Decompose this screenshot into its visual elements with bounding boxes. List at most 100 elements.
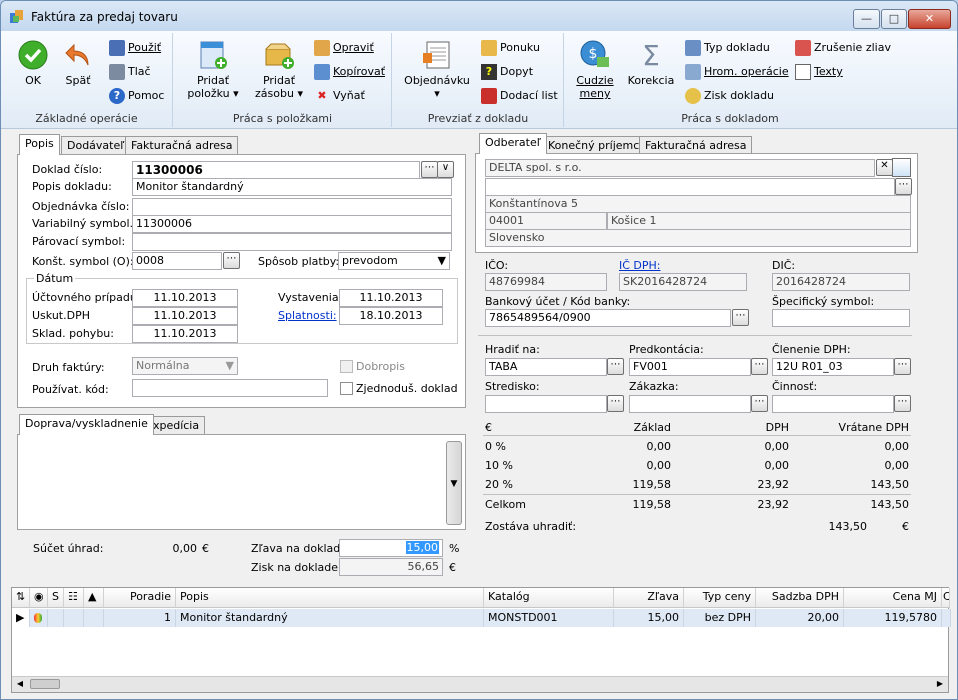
customer-line2-field[interactable] — [485, 178, 895, 196]
icdph-link[interactable]: IČ DPH: — [619, 259, 661, 272]
col-catalog[interactable]: Katalóg — [484, 588, 614, 608]
job-field[interactable] — [629, 395, 751, 413]
customer-card-icon[interactable] — [892, 158, 911, 177]
issue-date-field[interactable]: 11.10.2013 — [339, 289, 443, 307]
due-date-link[interactable]: Splatnosti: — [278, 309, 337, 322]
tab-fakturacna-adresa-left[interactable]: Fakturačná adresa — [125, 136, 239, 155]
order-no-field[interactable] — [132, 198, 452, 216]
row-desc: Monitor štandardný — [176, 609, 484, 627]
customer-city-field[interactable]: Košice 1 — [607, 212, 911, 230]
vat-split-field[interactable]: 12U R01_03 — [772, 358, 894, 376]
doc-type-button[interactable]: Typ dokladu — [685, 39, 770, 59]
scroll-right-icon[interactable]: ▶ — [934, 678, 946, 690]
job-lookup-button[interactable]: ⋯ — [751, 395, 768, 412]
activity-lookup-button[interactable]: ⋯ — [894, 395, 911, 412]
const-sym-field[interactable]: 0008 — [132, 252, 222, 270]
precont-field[interactable]: FV001 — [629, 358, 751, 376]
desc-field[interactable]: Monitor štandardný — [132, 178, 452, 196]
col-order[interactable]: Poradie — [104, 588, 176, 608]
copy-button[interactable]: Kopírovať — [314, 63, 385, 83]
center-lookup-button[interactable]: ⋯ — [607, 395, 624, 412]
customer-line2-lookup-button[interactable]: ⋯ — [895, 178, 912, 195]
remove-button[interactable]: ✖ Vyňať — [314, 87, 364, 107]
bank-lookup-button[interactable]: ⋯ — [732, 309, 749, 326]
spec-sym-field[interactable] — [772, 309, 910, 327]
offer-button[interactable]: Ponuku — [481, 39, 540, 59]
texts-button[interactable]: Texty — [795, 63, 843, 83]
bulk-ops-button[interactable]: Hrom. operácie — [685, 63, 789, 83]
col-discount[interactable]: Zľava — [614, 588, 684, 608]
ico-field[interactable]: 48769984 — [485, 273, 607, 291]
transport-scrollbar[interactable]: ▼ — [446, 441, 462, 525]
doc-no-lookup-button[interactable]: ⋯ — [421, 161, 438, 178]
tab-popis[interactable]: Popis — [19, 134, 60, 155]
discount-label: Zľava na doklad: — [251, 542, 344, 555]
use-button[interactable]: Použiť — [109, 39, 161, 59]
add-item-button[interactable]: Pridať položku ▾ — [184, 39, 242, 100]
customer-name-field[interactable]: DELTA spol. s r.o. — [485, 159, 875, 177]
tab-dodavatel[interactable]: Dodávateľ — [61, 136, 131, 155]
inquiry-button[interactable]: ? Dopyt — [481, 63, 533, 83]
vat-split-lookup-button[interactable]: ⋯ — [894, 358, 911, 375]
back-button[interactable]: Späť — [56, 39, 100, 87]
customer-zip-field[interactable]: 04001 — [485, 212, 607, 230]
transport-text-area[interactable] — [20, 437, 442, 527]
grid-horizontal-scrollbar[interactable]: ◀ ▶ — [12, 676, 948, 692]
profit-button[interactable]: Zisk dokladu — [685, 87, 774, 107]
discount-field[interactable]: 15,00 — [339, 539, 443, 557]
color-icon[interactable]: ◉ — [30, 588, 48, 608]
col-vat-rate[interactable]: Sadzba DPH — [756, 588, 844, 608]
tree-icon[interactable]: ☷ — [64, 588, 84, 608]
stock-move-date-field[interactable]: 11.10.2013 — [132, 325, 238, 343]
scroll-thumb[interactable] — [30, 679, 60, 689]
add-stock-button[interactable]: Pridať zásobu ▾ — [250, 39, 308, 100]
discount-unit: % — [449, 542, 460, 555]
order-button[interactable]: Objednávku ▾ — [401, 39, 473, 100]
var-sym-field[interactable]: 11300006 — [132, 215, 452, 233]
close-button[interactable]: ✕ — [908, 9, 951, 29]
const-sym-lookup-button[interactable]: ⋯ — [223, 252, 240, 269]
doc-no-dropdown-button[interactable]: ∨ — [437, 161, 454, 178]
sort-az-icon[interactable]: ⇅ — [12, 588, 30, 608]
foreign-currency-button[interactable]: $ Cudzie meny — [571, 39, 619, 100]
pay-via-lookup-button[interactable]: ⋯ — [607, 358, 624, 375]
vat-date-field[interactable]: 11.10.2013 — [132, 307, 238, 325]
col-s[interactable]: S — [48, 588, 64, 608]
user-code-field[interactable] — [132, 379, 328, 397]
bank-field[interactable]: 7865489564/0900 — [485, 309, 731, 327]
print-button[interactable]: Tlač — [109, 63, 151, 83]
cancel-discounts-button[interactable]: Zrušenie zliav — [795, 39, 891, 59]
pair-sym-field[interactable] — [132, 233, 452, 251]
icdph-field[interactable]: SK2016428724 — [619, 273, 747, 291]
delivery-note-button[interactable]: Dodací list — [481, 87, 558, 107]
col-desc[interactable]: Popis — [176, 588, 484, 608]
clear-customer-button[interactable]: ✕ — [876, 159, 893, 176]
customer-country-field[interactable]: Slovensko — [485, 229, 911, 247]
col-price-type[interactable]: Typ ceny — [684, 588, 756, 608]
edit-button[interactable]: Opraviť — [314, 39, 374, 59]
col-unit-price[interactable]: Cena MJ — [844, 588, 942, 608]
dic-field[interactable]: 2016428724 — [772, 273, 910, 291]
customer-street-field[interactable]: Konštantínova 5 — [485, 195, 911, 213]
help-button[interactable]: ? Pomoc — [109, 87, 164, 107]
simplified-doc-checkbox[interactable] — [340, 382, 353, 395]
col-extra[interactable]: Ce — [942, 588, 950, 608]
inv-kind-select[interactable]: Normálna ▼ — [132, 357, 238, 375]
center-field[interactable] — [485, 395, 607, 413]
tab-doprava[interactable]: Doprava/vyskladnenie — [19, 414, 154, 435]
scroll-left-icon[interactable]: ◀ — [14, 678, 26, 690]
acc-case-date-field[interactable]: 11.10.2013 — [132, 289, 238, 307]
credit-note-checkbox[interactable] — [340, 360, 353, 373]
ok-button[interactable]: OK — [11, 39, 55, 87]
pay-method-select[interactable]: prevodom ▼ — [338, 252, 450, 270]
precont-lookup-button[interactable]: ⋯ — [751, 358, 768, 375]
pay-via-field[interactable]: TABA — [485, 358, 607, 376]
correction-button[interactable]: Σ Korekcia — [625, 39, 677, 87]
maximize-button[interactable]: □ — [881, 9, 907, 29]
tab-odberatel[interactable]: Odberateľ — [479, 133, 547, 154]
sort-up-icon[interactable]: ▲ — [84, 588, 104, 608]
due-date-field[interactable]: 18.10.2013 — [339, 307, 443, 325]
activity-field[interactable] — [772, 395, 894, 413]
doc-no-field[interactable]: 11300006 — [132, 161, 420, 179]
minimize-button[interactable]: — — [853, 9, 880, 29]
